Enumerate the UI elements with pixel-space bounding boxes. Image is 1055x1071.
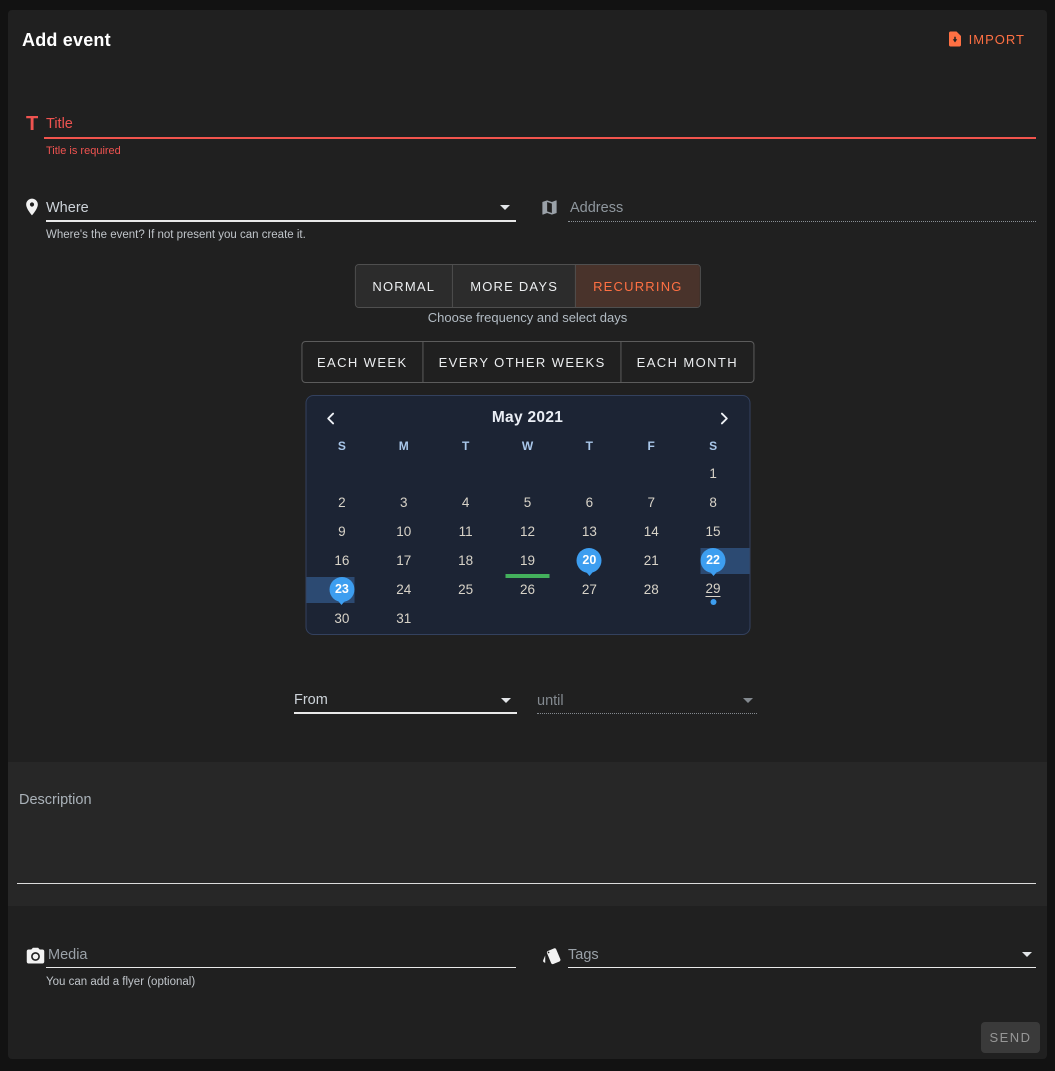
chevron-right-icon [716,410,733,427]
calendar-day[interactable]: 13 [558,517,620,546]
map-icon [540,198,559,222]
tab-more-days[interactable]: MORE DAYS [452,265,575,307]
frequency-button-each-month[interactable]: EACH MONTH [621,342,753,382]
from-time-select[interactable]: From [294,688,517,714]
calendar-day[interactable]: 15 [682,517,744,546]
calendar-day[interactable]: 24 [373,575,435,604]
tags-select[interactable]: Tags [568,942,1036,968]
tags-icon [542,946,562,971]
calendar-day[interactable]: 20 [558,546,620,575]
description-textarea[interactable] [17,762,1036,884]
calendar-day-empty [558,459,620,488]
send-button[interactable]: SEND [981,1022,1040,1053]
event-type-tabs: NORMALMORE DAYSRECURRING [354,264,700,308]
calendar-day-empty [435,459,497,488]
calendar-day[interactable]: 4 [435,488,497,517]
tab-normal[interactable]: NORMAL [355,265,452,307]
text-title-icon: T [26,113,38,136]
calendar-weekdays: SMTWTFS [306,433,749,459]
title-input[interactable] [44,110,1036,137]
weekday-label: S [311,433,373,459]
address-input[interactable] [568,195,1036,221]
until-label: until [537,693,564,709]
weekday-label: T [558,433,620,459]
location-pin-icon [22,197,42,222]
calendar-day[interactable]: 7 [620,488,682,517]
calendar-day[interactable]: 10 [373,517,435,546]
calendar-day-empty [682,604,744,633]
description-section [8,762,1047,906]
weekday-label: S [682,433,744,459]
calendar-day[interactable]: 11 [435,517,497,546]
calendar-day-empty [497,459,559,488]
calendar-day[interactable]: 12 [497,517,559,546]
next-month-button[interactable] [712,406,736,430]
file-import-icon [946,30,964,48]
from-label: From [294,692,328,708]
calendar-day[interactable]: 18 [435,546,497,575]
calendar-day[interactable]: 3 [373,488,435,517]
calendar-day[interactable]: 14 [620,517,682,546]
calendar-day[interactable]: 22 [682,546,744,575]
calendar-day-empty [435,604,497,633]
page-title: Add event [22,30,111,51]
title-field-underline [44,110,1036,139]
prev-month-button[interactable] [319,406,343,430]
calendar-day[interactable]: 21 [620,546,682,575]
calendar-day[interactable]: 19 [497,546,559,575]
media-input[interactable] [46,942,516,967]
frequency-button-every-other-weeks[interactable]: EVERY OTHER WEEKS [423,342,621,382]
import-label: IMPORT [969,32,1025,47]
calendar-day[interactable]: 6 [558,488,620,517]
calendar-day[interactable]: 1 [682,459,744,488]
calendar-day[interactable]: 8 [682,488,744,517]
calendar-day[interactable]: 25 [435,575,497,604]
import-button[interactable]: IMPORT [946,30,1025,48]
calendar-day[interactable]: 28 [620,575,682,604]
calendar-day-empty [620,459,682,488]
tags-label: Tags [568,947,599,963]
weekday-label: T [435,433,497,459]
calendar-day[interactable]: 23 [311,575,373,604]
calendar-day[interactable]: 9 [311,517,373,546]
where-select[interactable]: Where [46,195,516,222]
where-helper: Where's the event? If not present you ca… [46,229,306,241]
calendar-day[interactable]: 5 [497,488,559,517]
calendar: May 2021 SMTWTFS 12345678910111213141516… [305,395,750,635]
title-error: Title is required [46,145,121,157]
caret-down-icon [500,205,510,210]
caret-down-icon [743,698,753,703]
media-helper: You can add a flyer (optional) [46,976,195,988]
calendar-day-empty [373,459,435,488]
calendar-grid: 1234567891011121314151617181920212223242… [306,459,749,633]
calendar-day-empty [497,604,559,633]
weekday-label: M [373,433,435,459]
address-field-underline [568,195,1036,222]
calendar-month-label: May 2021 [492,409,563,427]
calendar-day-empty [311,459,373,488]
weekday-label: F [620,433,682,459]
add-event-dialog: Add event IMPORT T Title is required Whe… [8,10,1047,1059]
where-label: Where [46,200,89,216]
caret-down-icon [1022,952,1032,957]
calendar-day-empty [620,604,682,633]
calendar-day[interactable]: 31 [373,604,435,633]
weekday-label: W [497,433,559,459]
media-field-underline [46,942,516,968]
calendar-day[interactable]: 16 [311,546,373,575]
calendar-day[interactable]: 17 [373,546,435,575]
calendar-day[interactable]: 2 [311,488,373,517]
until-time-select[interactable]: until [537,688,757,714]
caret-down-icon [501,698,511,703]
calendar-day-empty [558,604,620,633]
calendar-day[interactable]: 26 [497,575,559,604]
camera-icon [25,946,46,972]
frequency-helper: Choose frequency and select days [8,310,1047,325]
frequency-button-each-week[interactable]: EACH WEEK [302,342,423,382]
tab-recurring[interactable]: RECURRING [575,265,700,307]
chevron-left-icon [323,410,340,427]
frequency-toggle-group: EACH WEEKEVERY OTHER WEEKSEACH MONTH [301,341,754,383]
